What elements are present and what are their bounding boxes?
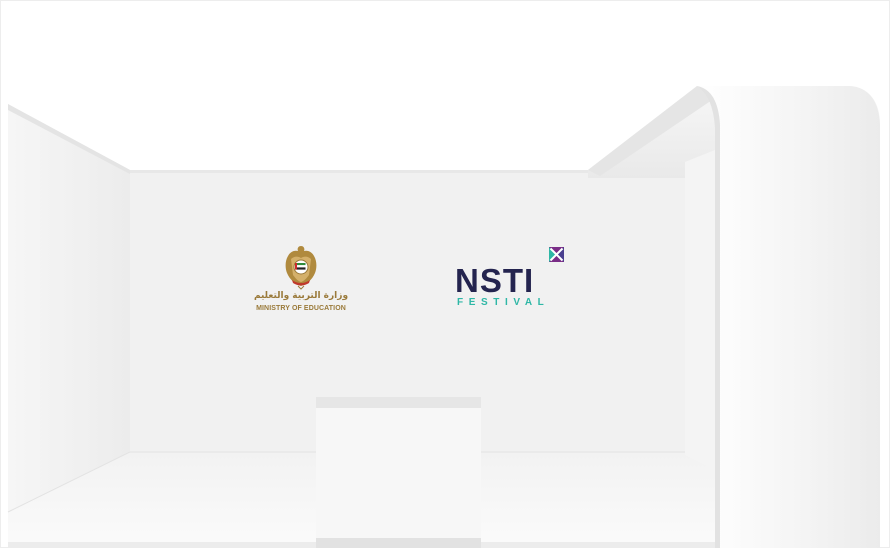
- left-wall: [8, 104, 130, 512]
- counter-top: [316, 397, 481, 408]
- ministry-arabic-name: وزارة التربية والتعليم: [253, 291, 349, 301]
- ministry-english-name: MINISTRY OF EDUCATION: [256, 305, 346, 312]
- uae-falcon-emblem-icon: [285, 246, 317, 290]
- counter-base: [316, 538, 481, 548]
- nsti-wordmark: NSTI: [455, 262, 535, 299]
- curved-tower: [697, 86, 880, 548]
- booth-render: وزارة التربية والتعليم MINISTRY OF EDUCA…: [0, 0, 890, 548]
- nsti-festival-subtitle: FESTIVAL: [457, 297, 550, 308]
- reception-counter: [316, 397, 481, 548]
- exhibition-booth-3d: [0, 0, 890, 548]
- ministry-of-education-logo: وزارة التربية والتعليم MINISTRY OF EDUCA…: [248, 244, 354, 322]
- nsti-festival-logo: NSTI FESTIVAL: [452, 246, 570, 312]
- right-inner-panel: [685, 148, 715, 470]
- x-square-icon: [549, 247, 564, 262]
